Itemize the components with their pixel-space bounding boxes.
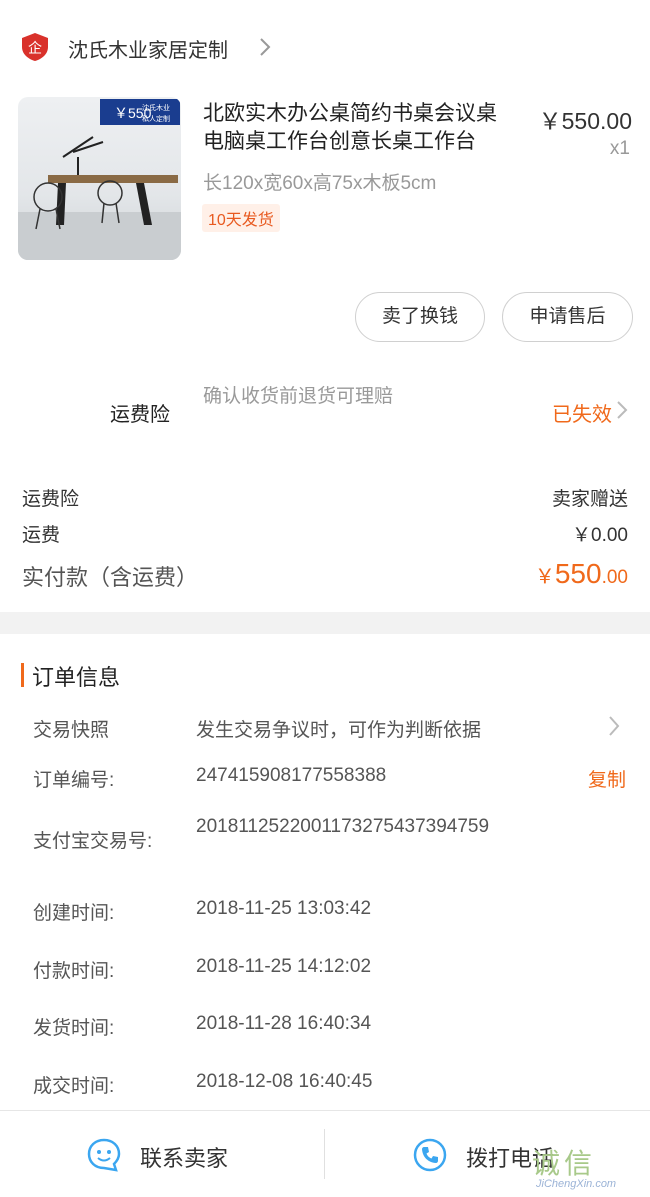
phone-icon xyxy=(413,1138,447,1172)
insurance-status[interactable]: 已失效 xyxy=(552,398,612,427)
created-time-label: 创建时间: xyxy=(33,903,115,924)
watermark-url: JiChengXin.com xyxy=(536,1178,617,1190)
closed-time-value: 2018-12-08 16:40:45 xyxy=(196,1071,373,1092)
copy-order-number-button[interactable]: 复制 xyxy=(588,765,626,792)
alipay-trade-value: 2018112522001173275437394759 xyxy=(196,816,490,837)
image-badge-line2: 私人定制 xyxy=(142,114,170,123)
alipay-trade-label: 支付宝交易号: xyxy=(33,831,153,852)
fee-insurance-label: 运费险 xyxy=(22,489,80,510)
resell-button[interactable]: 卖了换钱 xyxy=(355,292,485,342)
contact-seller-label: 联系卖家 xyxy=(140,1146,229,1171)
image-badge-line1: 沈氏木业 xyxy=(142,103,170,112)
paid-time-value: 2018-11-25 14:12:02 xyxy=(196,956,372,977)
product-photo: ￥550 沈氏木业 私人定制 xyxy=(18,99,181,260)
watermark-main: 诚信 xyxy=(532,1148,597,1179)
total-paid-value: ￥550.00 xyxy=(535,558,628,590)
total-decimal: .00 xyxy=(601,567,628,588)
insurance-label: 运费险 xyxy=(110,404,170,426)
shop-name[interactable]: 沈氏木业家居定制 xyxy=(68,34,228,63)
order-number-label: 订单编号: xyxy=(33,770,115,791)
after-sale-button[interactable]: 申请售后 xyxy=(502,292,633,342)
chevron-right-icon[interactable] xyxy=(608,715,620,737)
total-currency: ￥ xyxy=(534,566,555,588)
product-spec: 长120x宽60x高75x木板5cm xyxy=(203,173,437,194)
shipping-time-badge: 10天发货 xyxy=(202,204,280,232)
paid-time-label: 付款时间: xyxy=(33,961,115,982)
product-title[interactable]: 北欧实木办公桌简约书桌会议桌电脑桌工作台创意长桌工作台 xyxy=(203,100,513,156)
fee-shipping-label: 运费 xyxy=(22,525,61,546)
product-quantity: x1 xyxy=(609,138,630,159)
closed-time-label: 成交时间: xyxy=(33,1076,115,1097)
order-product-card: 企 沈氏木业家居定制 ￥550 沈氏木业 私人定制 北欧实木办公桌简约书桌会议桌… xyxy=(0,0,650,612)
snapshot-label: 交易快照 xyxy=(33,720,110,741)
shipped-time-value: 2018-11-28 16:40:34 xyxy=(196,1013,372,1034)
order-info-title: 订单信息 xyxy=(32,665,121,690)
chevron-right-icon[interactable] xyxy=(258,36,272,58)
fee-shipping-row: 运费 ￥0.00 xyxy=(22,520,628,547)
created-time-value: 2018-11-25 13:03:42 xyxy=(196,898,372,919)
shipped-time-label: 发货时间: xyxy=(33,1018,115,1039)
total-integer: 550 xyxy=(554,558,602,589)
shop-badge-icon: 企 xyxy=(22,33,48,61)
snapshot-value: 发生交易争议时，可作为判断依据 xyxy=(196,720,482,741)
chevron-right-icon[interactable] xyxy=(616,400,628,420)
order-number-value: 247415908177558388 xyxy=(196,765,387,786)
fee-insurance-value: 卖家赠送 xyxy=(551,489,628,510)
insurance-description: 确认收货前退货可理赔 xyxy=(203,386,394,407)
bottom-bar-divider xyxy=(324,1129,325,1179)
shop-badge-text: 企 xyxy=(28,40,42,57)
fee-insurance-row: 运费险 卖家赠送 xyxy=(22,484,628,511)
site-watermark: 诚信 JiChengXin.com xyxy=(532,1142,642,1192)
section-accent-bar xyxy=(21,663,24,687)
fee-shipping-value: ￥0.00 xyxy=(572,525,628,546)
product-image[interactable]: ￥550 沈氏木业 私人定制 xyxy=(18,97,181,260)
chat-bubble-icon xyxy=(87,1138,121,1172)
product-price: ￥550.00 xyxy=(538,108,632,134)
contact-seller-button[interactable]: 联系卖家 xyxy=(0,1111,324,1197)
total-paid-label: 实付款（含运费） xyxy=(22,565,199,590)
